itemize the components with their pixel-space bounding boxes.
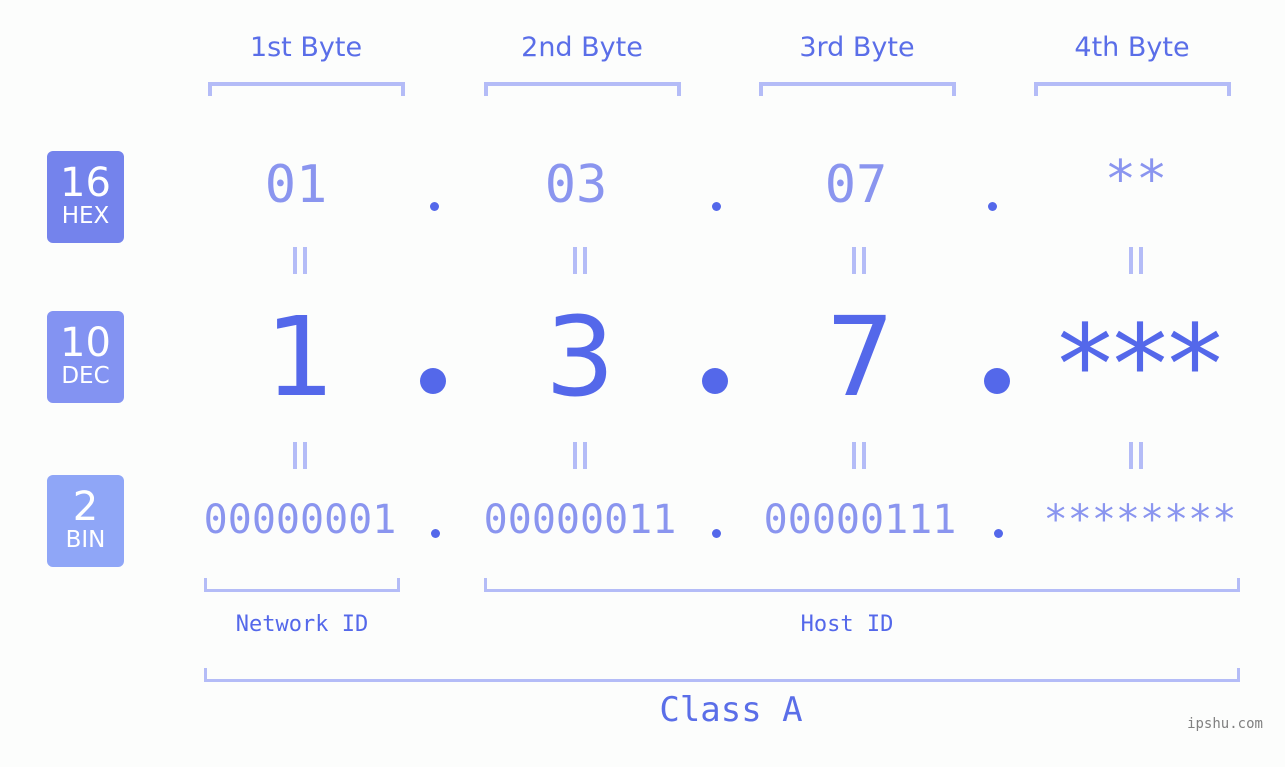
bin-byte-1: 00000001: [203, 497, 397, 543]
dec-byte-1: 1: [265, 293, 335, 421]
dec-badge: 10 DEC: [47, 311, 124, 403]
bin-separator-dot: [431, 529, 440, 538]
equals-icon: [290, 247, 310, 274]
equals-icon: [1126, 442, 1146, 469]
byte-header-1: 1st Byte: [249, 32, 363, 63]
equals-icon: [570, 442, 590, 469]
dec-byte-2: 3: [545, 293, 615, 421]
dec-byte-3: 7: [825, 293, 895, 421]
dec-base: 10: [60, 320, 111, 366]
equals-icon: [1126, 247, 1146, 274]
bin-byte-2: 00000011: [483, 497, 677, 543]
hex-separator-dot: [712, 202, 721, 211]
byte-header-2: 2nd Byte: [521, 32, 643, 63]
host-id-label: Host ID: [800, 612, 894, 637]
hex-byte-1: 01: [264, 155, 328, 215]
host-id-bracket: [484, 578, 1240, 592]
network-id-bracket: [204, 578, 400, 592]
equals-icon: [570, 247, 590, 274]
byte-header-3: 3rd Byte: [799, 32, 915, 63]
equals-icon: [849, 247, 869, 274]
bin-label: BIN: [65, 527, 106, 553]
dec-separator-dot: [702, 368, 728, 394]
byte-bracket-4: [1034, 82, 1231, 96]
hex-separator-dot: [988, 202, 997, 211]
hex-byte-2: 03: [544, 155, 608, 215]
equals-icon: [290, 442, 310, 469]
dec-separator-dot: [984, 368, 1010, 394]
dec-byte-4: ***: [1057, 301, 1223, 429]
class-bracket: [204, 668, 1240, 682]
bin-byte-3: 00000111: [763, 497, 957, 543]
hex-separator-dot: [430, 202, 439, 211]
watermark: ipshu.com: [1187, 716, 1263, 732]
bin-badge: 2 BIN: [47, 475, 124, 567]
dec-separator-dot: [420, 368, 446, 394]
ip-class-label: Class A: [659, 690, 803, 730]
bin-separator-dot: [994, 529, 1003, 538]
equals-icon: [849, 442, 869, 469]
bin-byte-4: ********: [1043, 497, 1237, 543]
byte-bracket-3: [759, 82, 956, 96]
byte-bracket-1: [208, 82, 405, 96]
byte-header-4: 4th Byte: [1074, 32, 1190, 63]
hex-label: HEX: [61, 203, 110, 229]
network-id-label: Network ID: [235, 612, 369, 637]
bin-separator-dot: [712, 529, 721, 538]
bin-base: 2: [72, 484, 99, 530]
hex-byte-4: **: [1104, 150, 1168, 210]
hex-byte-3: 07: [824, 155, 888, 215]
dec-label: DEC: [61, 363, 110, 389]
byte-bracket-2: [484, 82, 681, 96]
hex-badge: 16 HEX: [47, 151, 124, 243]
hex-base: 16: [60, 160, 111, 206]
